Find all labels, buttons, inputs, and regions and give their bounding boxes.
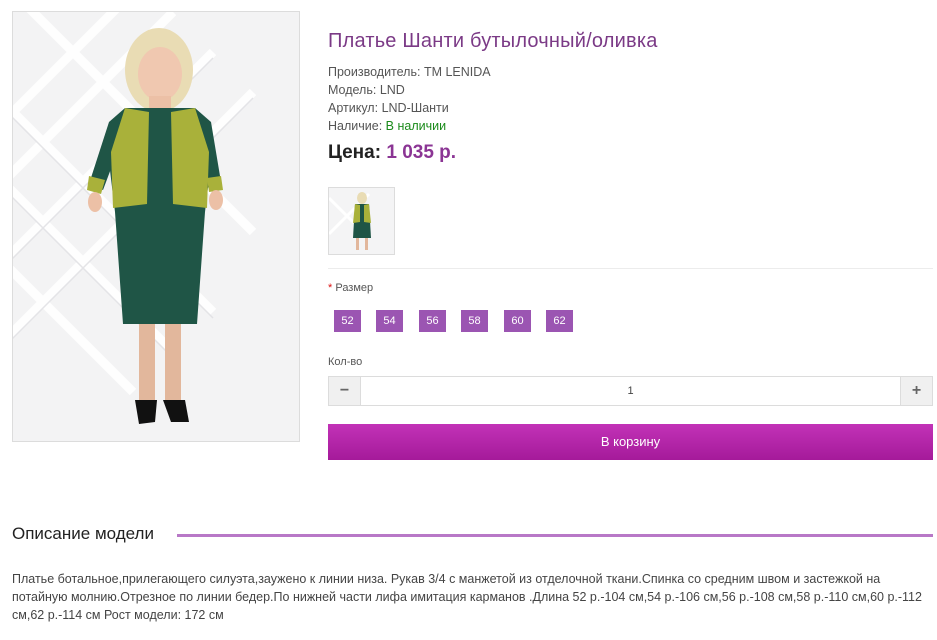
- availability-label: Наличие:: [328, 119, 383, 133]
- options-divider: [328, 268, 933, 269]
- quantity-increase-button[interactable]: +: [900, 377, 932, 405]
- availability-row: Наличие: В наличии: [328, 117, 491, 135]
- size-button-56[interactable]: 56: [419, 310, 446, 332]
- add-to-cart-button[interactable]: В корзину: [328, 424, 933, 460]
- product-meta: Производитель: TM LENIDA Модель: LND Арт…: [328, 63, 491, 135]
- size-button-52[interactable]: 52: [334, 310, 361, 332]
- description-text: Платье ботальное,прилегающего силуэта,за…: [12, 572, 922, 622]
- sku-label: Артикул:: [328, 101, 379, 115]
- manufacturer-value[interactable]: TM LENIDA: [424, 65, 491, 79]
- size-button-60[interactable]: 60: [504, 310, 531, 332]
- size-option-label: * Размер: [328, 282, 373, 294]
- sku-value: LND-Шанти: [381, 101, 449, 115]
- sku-row: Артикул: LND-Шанти: [328, 99, 491, 117]
- required-mark: *: [328, 282, 333, 294]
- size-button-54[interactable]: 54: [376, 310, 403, 332]
- product-thumbnail[interactable]: [328, 187, 395, 255]
- thumbnail-illustration: [329, 188, 394, 254]
- description-heading-underline: [177, 534, 933, 537]
- manufacturer-label: Производитель:: [328, 65, 421, 79]
- model-value: LND: [379, 83, 405, 97]
- model-row: Модель: LND: [328, 81, 491, 99]
- price: Цена: 1 035 р.: [328, 142, 456, 164]
- quantity-decrease-button[interactable]: −: [329, 377, 361, 405]
- size-label-text: Размер: [335, 282, 374, 294]
- product-title: Платье Шанти бутылочный/оливка: [328, 30, 658, 52]
- size-button-62[interactable]: 62: [546, 310, 573, 332]
- product-photo-illustration: [13, 12, 299, 441]
- availability-status: В наличии: [385, 119, 447, 133]
- description-heading: Описание модели: [12, 524, 154, 543]
- product-main-image[interactable]: [12, 11, 300, 442]
- quantity-stepper: − 1 +: [328, 376, 933, 406]
- model-label: Модель:: [328, 83, 377, 97]
- manufacturer-row: Производитель: TM LENIDA: [328, 63, 491, 81]
- price-value: 1 035 р.: [386, 142, 457, 163]
- quantity-label: Кол-во: [328, 356, 363, 368]
- size-button-58[interactable]: 58: [461, 310, 488, 332]
- quantity-input[interactable]: 1: [361, 377, 900, 405]
- price-label: Цена:: [328, 142, 382, 163]
